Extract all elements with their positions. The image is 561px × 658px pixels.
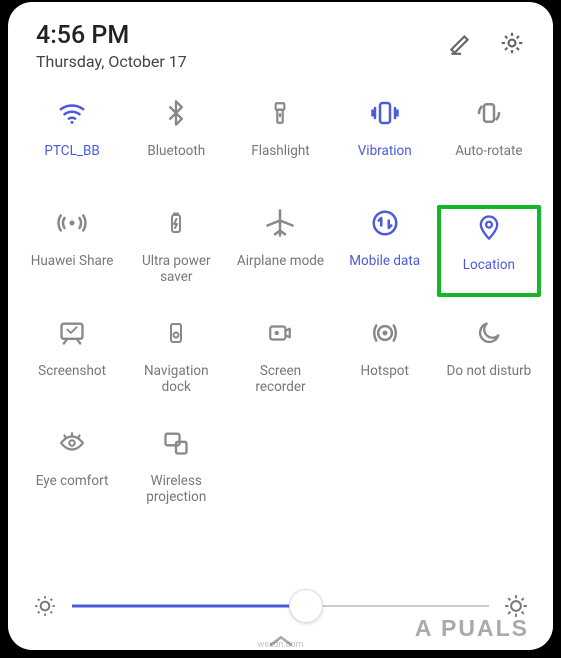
wifi-icon [56,97,88,129]
tile-label: Location [461,257,517,273]
tile-label: Auto-rotate [453,143,524,159]
tile-location[interactable]: Location [437,205,541,297]
tile-bluetooth[interactable]: Bluetooth [124,95,228,187]
header: 4:56 PM Thursday, October 17 [8,22,553,87]
time-text: 4:56 PM [36,22,447,50]
tile-wireless[interactable]: Wireless projection [124,425,228,517]
tile-label: Ultra power saver [140,253,213,285]
location-icon [473,211,505,243]
tile-label: Mobile data [347,253,422,269]
tile-screenrec[interactable]: Screen recorder [228,315,332,407]
tile-label: Bluetooth [145,143,207,159]
slider-fill [72,605,306,608]
tile-eyecomfort[interactable]: Eye comfort [20,425,124,517]
clock-block[interactable]: 4:56 PM Thursday, October 17 [36,22,447,71]
tile-autorotate[interactable]: Auto-rotate [437,95,541,187]
tile-label: Airplane mode [235,253,326,269]
watermark-text: A PUALS [415,615,529,642]
screenshot-icon [56,317,88,349]
mobiledata-icon [369,207,401,239]
slider-thumb[interactable] [289,589,323,623]
tile-label: Do not disturb [445,363,534,379]
tile-label: PTCL_BB [42,143,101,159]
brightness-low-icon [32,593,58,619]
tiles-grid: PTCL_BB Bluetooth Flashlight Vibration Auto-… [8,87,553,517]
quick-settings-panel: 4:56 PM Thursday, October 17 PTCL_BB Blue… [8,2,553,650]
tile-huaweishare[interactable]: Huawei Share [20,205,124,297]
settings-icon[interactable] [499,30,525,56]
tile-navdock[interactable]: Navigation dock [124,315,228,407]
airplane-icon [264,207,296,239]
moon-icon [473,317,505,349]
tile-screenshot[interactable]: Screenshot [20,315,124,407]
tile-label: Screen recorder [253,363,307,395]
tile-label: Hotspot [358,363,410,379]
screenrec-icon [264,317,296,349]
autorotate-icon [473,97,505,129]
tile-label: Flashlight [249,143,312,159]
navdock-icon [160,317,192,349]
edit-icon[interactable] [447,30,473,56]
tile-label: Huawei Share [29,253,116,269]
flashlight-icon [264,97,296,129]
tile-vibration[interactable]: Vibration [333,95,437,187]
tile-flashlight[interactable]: Flashlight [228,95,332,187]
hotspot-icon [369,317,401,349]
vibration-icon [369,97,401,129]
tile-hotspot[interactable]: Hotspot [333,315,437,407]
tile-dnd[interactable]: Do not disturb [437,315,541,407]
battery-icon [160,207,192,239]
tile-label: Navigation dock [142,363,210,395]
tile-label: Screenshot [36,363,108,379]
tile-wifi[interactable]: PTCL_BB [20,95,124,187]
bluetooth-icon [160,97,192,129]
header-actions [447,22,525,56]
date-text: Thursday, October 17 [36,52,447,71]
tile-ultrapower[interactable]: Ultra power saver [124,205,228,297]
tile-label: Wireless projection [144,473,208,505]
eye-icon [56,427,88,459]
tile-mobiledata[interactable]: Mobile data [333,205,437,297]
projection-icon [160,427,192,459]
tile-label: Eye comfort [34,473,111,489]
tile-label: Vibration [356,143,414,159]
source-text: wsxdn.com [8,640,553,650]
tile-airplane[interactable]: Airplane mode [228,205,332,297]
huaweishare-icon [56,207,88,239]
